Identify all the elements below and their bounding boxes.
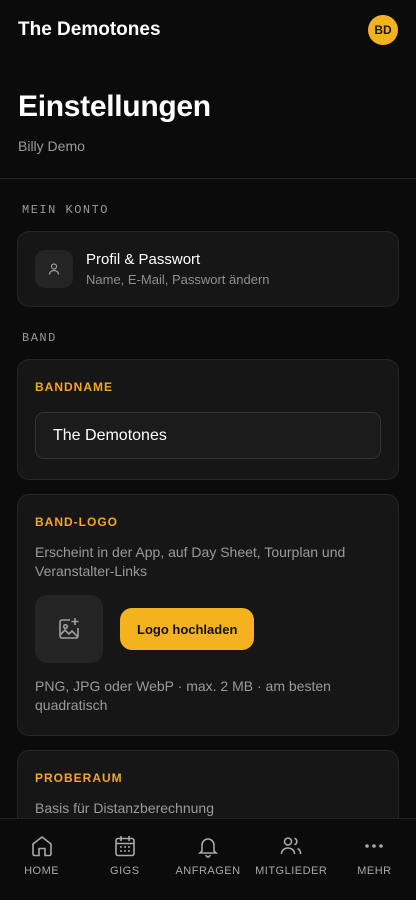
rehearsal-room-label: PROBERAUM [35,771,123,785]
upload-logo-button[interactable]: Logo hochladen [120,608,255,650]
more-dots-icon [365,844,384,848]
band-name-input[interactable]: The Demotones [35,412,381,459]
band-logo-label: BAND-LOGO [35,515,118,529]
nav-requests[interactable]: ANFRAGEN [166,819,249,900]
user-icon [35,250,73,288]
logo-placeholder[interactable] [35,595,103,663]
nav-label-members: MITGLIEDER [255,865,328,877]
rehearsal-room-description: Basis für Distanzberechnung [35,800,214,816]
nav-label-home: HOME [24,865,60,877]
home-icon [31,835,52,857]
bottom-nav: HOME GIGS ANFRAGEN MITGLIEDER MEHR [0,818,416,900]
page-subtitle: Billy Demo [18,138,85,154]
band-name-label: BANDNAME [35,380,113,394]
profile-password-card[interactable]: Profil & Passwort Name, E-Mail, Passwort… [17,231,399,307]
image-add-icon [59,618,79,639]
profile-subtitle: Name, E-Mail, Passwort ändern [86,272,270,287]
nav-home[interactable]: HOME [0,819,83,900]
page-header: Einstellungen Billy Demo [0,60,416,179]
nav-more[interactable]: MEHR [333,819,416,900]
bell-icon [198,838,218,858]
avatar[interactable]: BD [368,15,398,45]
nav-label-gigs: GIGS [110,865,140,877]
section-label-account: MEIN KONTO [22,203,110,217]
profile-title: Profil & Passwort [86,251,201,268]
band-name-card: BANDNAME The Demotones [17,359,399,480]
logo-format-hint: PNG, JPG oder WebP · max. 2 MB · am best… [35,678,331,713]
users-icon [280,837,302,855]
band-logo-description: Erscheint in der App, auf Day Sheet, Tou… [35,544,346,579]
page-title: Einstellungen [18,90,211,123]
calendar-icon [114,836,135,857]
nav-members[interactable]: MITGLIEDER [250,819,333,900]
section-label-band: BAND [22,331,57,345]
nav-label-requests: ANFRAGEN [175,865,241,877]
top-bar: The Demotones BD [0,0,416,60]
nav-label-more: MEHR [357,865,392,877]
nav-gigs[interactable]: GIGS [83,819,166,900]
band-logo-card: BAND-LOGO Erscheint in der App, auf Day … [17,494,399,736]
app-title: The Demotones [18,19,161,40]
